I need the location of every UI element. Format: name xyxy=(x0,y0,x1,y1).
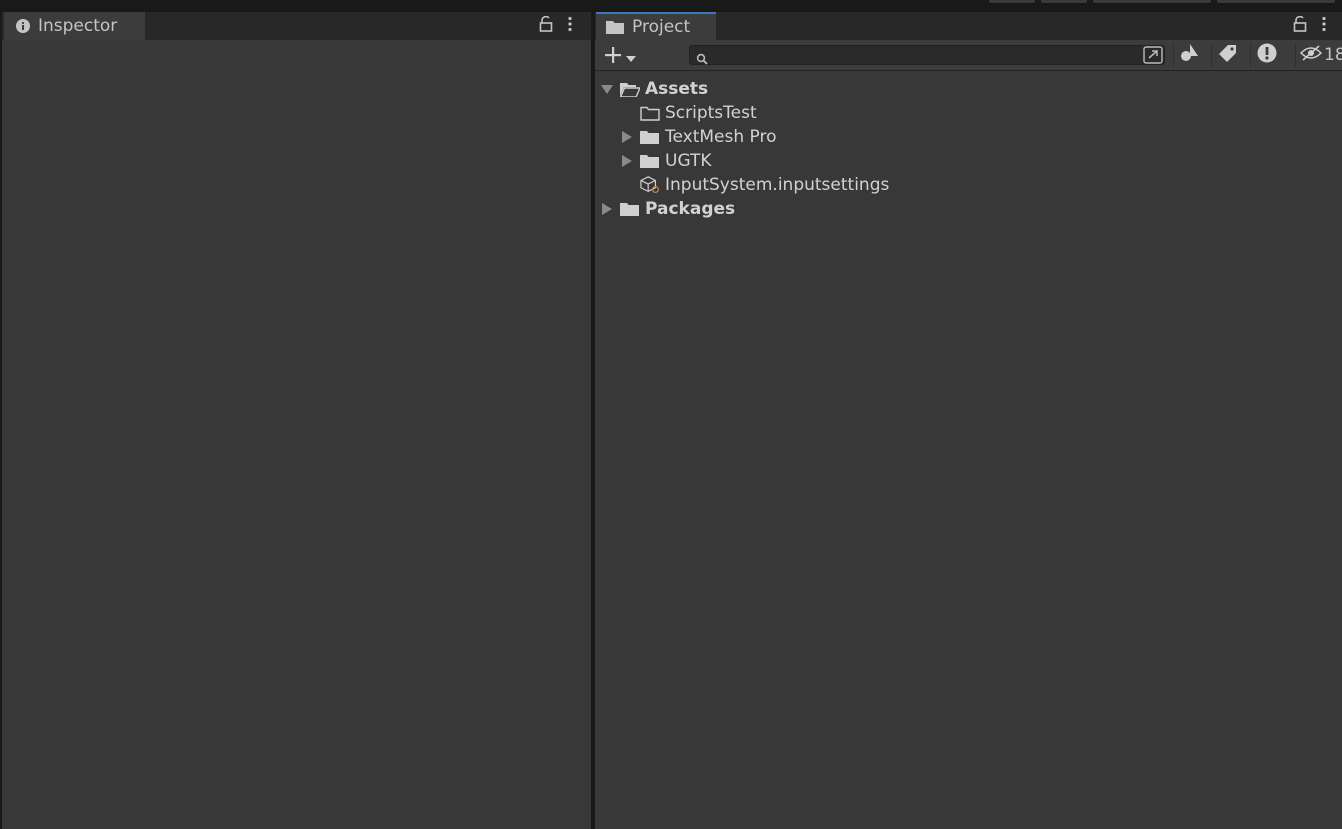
inspector-tab-bar: Inspector xyxy=(2,12,591,40)
tab-inspector[interactable]: Inspector xyxy=(4,12,145,40)
filter-by-type-button[interactable] xyxy=(1173,43,1206,67)
project-toolbar: 18 xyxy=(595,40,1342,71)
more-vertical-icon[interactable] xyxy=(1321,16,1327,36)
search-in-window-icon[interactable] xyxy=(1143,46,1163,68)
expand-arrow-icon[interactable] xyxy=(600,203,614,215)
lock-icon[interactable] xyxy=(1293,15,1307,36)
folder-icon xyxy=(640,154,660,169)
tab-project[interactable]: Project xyxy=(596,12,716,40)
search-icon xyxy=(696,50,708,69)
tree-item-label: Assets xyxy=(645,79,709,99)
expand-arrow-icon[interactable] xyxy=(620,155,634,167)
top-toolbar-button[interactable] xyxy=(1093,0,1211,3)
tree-item-textmesh-pro[interactable]: TextMesh Pro xyxy=(620,125,777,149)
tree-item-packages[interactable]: Packages xyxy=(600,197,735,221)
tree-item-label: ScriptsTest xyxy=(665,103,757,123)
filter-by-log-type-button[interactable] xyxy=(1250,43,1283,67)
tree-item-label: TextMesh Pro xyxy=(665,127,777,147)
info-icon xyxy=(16,19,30,33)
top-strip xyxy=(0,0,1342,12)
inspector-content xyxy=(2,40,591,829)
create-button[interactable] xyxy=(603,45,637,69)
folder-empty-icon xyxy=(640,106,660,121)
tree-item-label: Packages xyxy=(645,199,736,219)
folder-open-icon xyxy=(620,82,640,97)
shapes-icon xyxy=(1180,44,1200,66)
top-toolbar-button[interactable] xyxy=(1041,0,1087,3)
plus-icon xyxy=(603,45,623,69)
tree-item-inputsystem-inputsettings[interactable]: InputSystem.inputsettings xyxy=(640,173,889,197)
inspector-tab-tools xyxy=(539,15,573,36)
input-settings-icon xyxy=(640,175,660,195)
top-toolbar-button[interactable] xyxy=(1217,0,1335,3)
filter-by-label-button[interactable] xyxy=(1211,43,1244,67)
warning-icon xyxy=(1257,43,1277,67)
search-input[interactable] xyxy=(689,45,1165,65)
project-panel: Project 18 Assets ScriptsTest TextMesh P… xyxy=(595,12,1342,829)
tab-label: Inspector xyxy=(38,16,118,36)
tree-item-label: InputSystem.inputsettings xyxy=(665,175,890,195)
eye-slash-icon xyxy=(1299,44,1323,66)
chevron-down-icon xyxy=(625,48,637,67)
expand-arrow-icon[interactable] xyxy=(600,84,614,94)
folder-icon xyxy=(620,202,640,217)
tree-item-assets[interactable]: Assets xyxy=(600,77,708,101)
project-tab-bar: Project xyxy=(595,12,1342,40)
project-tab-tools xyxy=(1293,15,1327,36)
tree-item-scriptstest[interactable]: ScriptsTest xyxy=(640,101,757,125)
tree-item-label: UGTK xyxy=(665,151,712,171)
tag-icon xyxy=(1219,44,1237,66)
tree-item-ugtk[interactable]: UGTK xyxy=(620,149,712,173)
tab-label: Project xyxy=(632,17,691,37)
top-toolbar-button[interactable] xyxy=(989,0,1035,3)
hidden-packages-toggle[interactable]: 18 xyxy=(1295,43,1342,67)
folder-icon xyxy=(640,130,660,145)
hidden-count: 18 xyxy=(1324,45,1342,65)
lock-icon[interactable] xyxy=(539,15,553,36)
project-tree: Assets ScriptsTest TextMesh Pro UGTK Inp… xyxy=(595,76,1342,829)
folder-icon xyxy=(606,20,624,34)
expand-arrow-icon[interactable] xyxy=(620,131,634,143)
inspector-panel: Inspector xyxy=(2,12,591,829)
more-vertical-icon[interactable] xyxy=(567,16,573,36)
